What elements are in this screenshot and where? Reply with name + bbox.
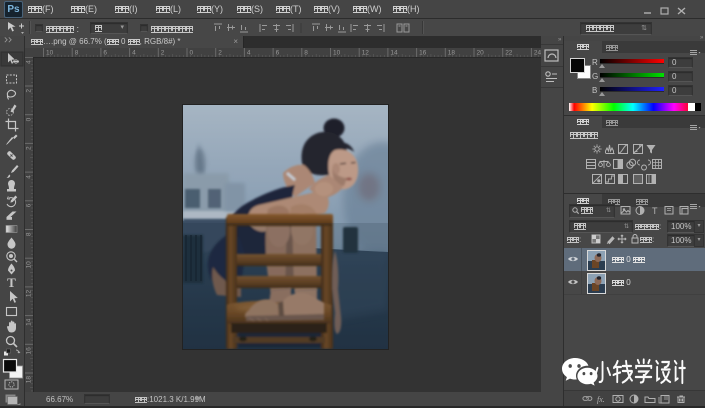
svg-text:T: T [652, 206, 658, 216]
svg-text:24: 24 [534, 50, 541, 57]
svg-text:2: 2 [26, 89, 33, 93]
svg-text:6: 6 [26, 203, 33, 207]
svg-text:16: 16 [419, 50, 427, 57]
svg-text:8: 8 [304, 50, 308, 57]
svg-text:fx.: fx. [597, 395, 605, 404]
svg-text:T: T [7, 275, 16, 290]
svg-text:4: 4 [132, 50, 136, 57]
svg-text:10: 10 [333, 50, 341, 57]
svg-text:2: 2 [218, 50, 222, 57]
svg-text:22: 22 [505, 50, 513, 57]
svg-text:8: 8 [75, 50, 79, 57]
svg-text:14: 14 [390, 50, 398, 57]
svg-text:6: 6 [103, 50, 107, 57]
svg-text:14: 14 [26, 318, 33, 326]
svg-text:18: 18 [26, 376, 33, 384]
svg-text:2: 2 [161, 50, 165, 57]
svg-text:2: 2 [26, 146, 33, 150]
svg-text:6: 6 [276, 50, 280, 57]
svg-text:12: 12 [26, 290, 33, 298]
svg-text:0: 0 [190, 50, 194, 57]
svg-text:10: 10 [26, 261, 33, 269]
svg-text:12: 12 [362, 50, 370, 57]
svg-text:8: 8 [26, 232, 33, 236]
svg-text:4: 4 [26, 60, 33, 64]
svg-text:4: 4 [26, 175, 33, 179]
svg-text:4: 4 [247, 50, 251, 57]
svg-text:10: 10 [46, 50, 54, 57]
svg-text:0: 0 [26, 117, 33, 121]
svg-text:18: 18 [448, 50, 456, 57]
svg-text:16: 16 [26, 347, 33, 355]
svg-text:20: 20 [477, 50, 485, 57]
